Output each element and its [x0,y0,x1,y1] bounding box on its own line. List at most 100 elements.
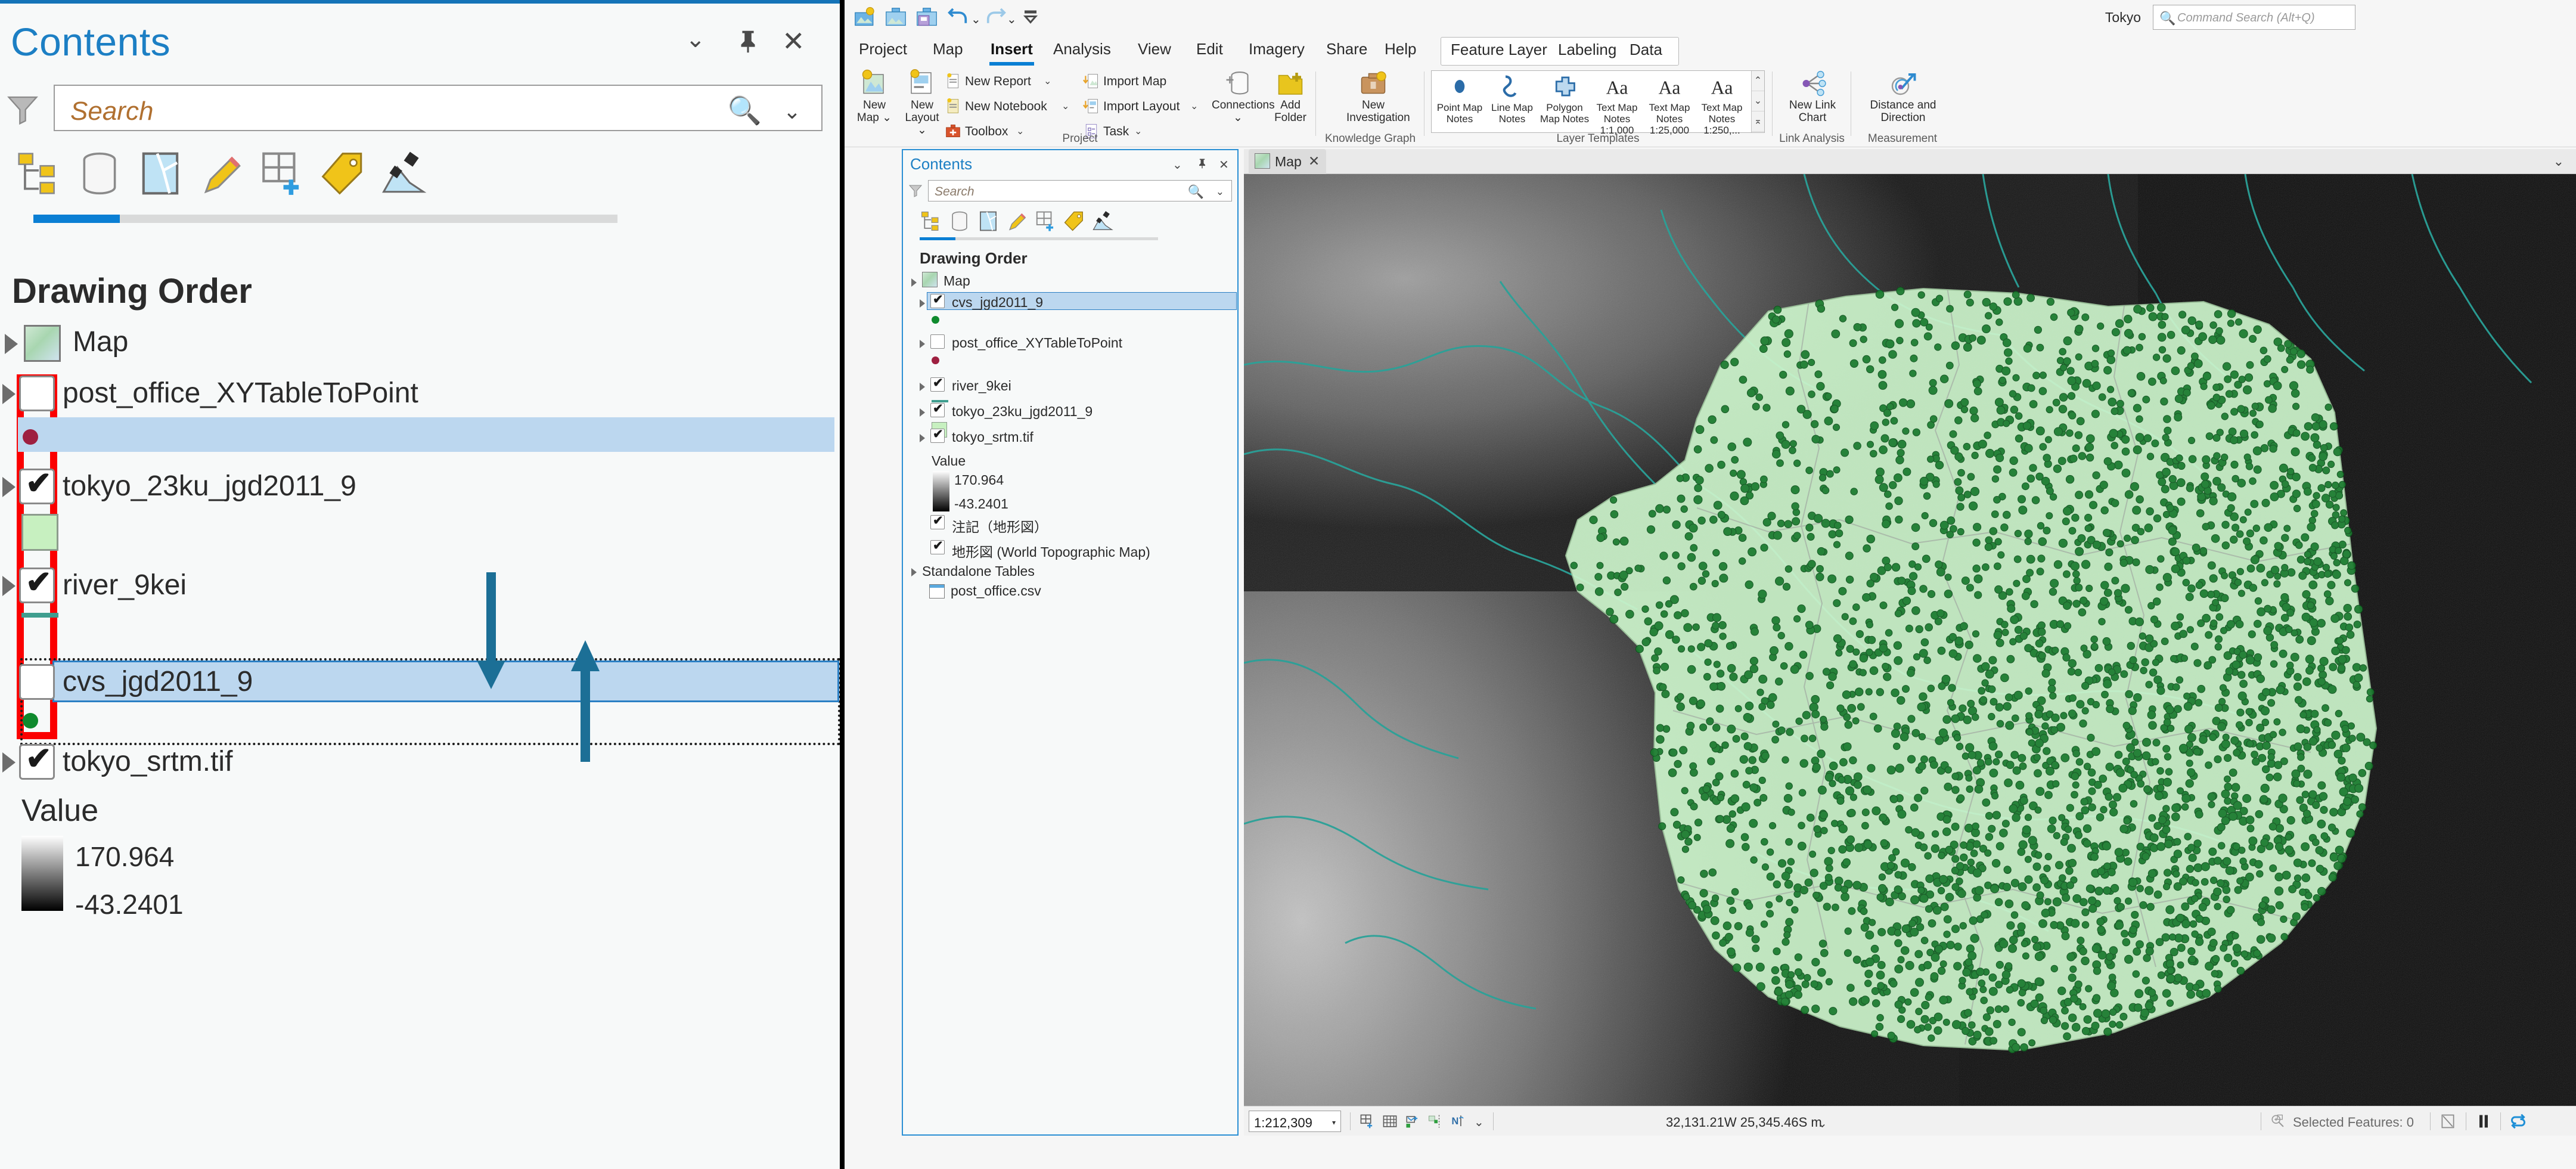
chevron-down-icon[interactable]: ⌄ [685,27,706,51]
chevron-down-icon[interactable]: ⌄ [2553,154,2564,169]
expander-icon-post-office[interactable] [920,340,925,348]
chevron-down-icon[interactable]: ⌄ [1216,186,1224,198]
undo-icon[interactable] [947,6,971,30]
redo-dropdown-chevron-icon[interactable]: ⌄ [1007,12,1017,27]
new-layout-button[interactable]: New Layout ⌄ [901,69,944,137]
gallery-expand-icon[interactable]: ⌅ [1752,111,1764,132]
list-by-diagrams-icon[interactable] [1091,210,1114,232]
gallery-item-text-map-notes-1000[interactable]: Aa Text Map Notes 1:1,000 [1591,73,1643,136]
expander-icon-river[interactable] [2,576,15,596]
chevron-down-icon[interactable]: ▾ [1332,1118,1336,1127]
map-canvas[interactable] [1244,174,2576,1106]
tab-labeling[interactable]: Labeling [1558,41,1616,59]
gallery-item-line-map-notes[interactable]: Line Map Notes [1486,73,1538,125]
refresh-icon[interactable] [2510,1113,2527,1130]
layer-templates-gallery[interactable]: Point Map Notes Line Map Notes Polygon M… [1431,70,1765,136]
tab-map[interactable]: Map [933,40,963,58]
list-by-editing-icon[interactable] [197,149,246,198]
selected-symbol-row[interactable] [18,417,834,452]
list-by-selection-icon[interactable] [977,210,1000,232]
filter-icon[interactable] [908,184,923,198]
list-by-drawing-order-icon[interactable] [920,210,942,232]
new-link-chart-button[interactable]: New Link Chart [1789,69,1836,124]
list-by-snapping-icon[interactable] [1034,210,1057,232]
customize-qat-icon[interactable] [1019,6,1042,30]
snapping-icon[interactable] [1427,1114,1443,1129]
list-by-labeling-icon[interactable] [1063,210,1085,232]
chevron-down-icon[interactable]: ⌄ [1817,1116,1827,1131]
chevron-down-icon[interactable]: ⌄ [1062,100,1069,112]
list-by-drawing-order-icon[interactable] [14,149,63,198]
expander-icon-map[interactable] [911,278,917,287]
list-by-selection-icon[interactable] [136,149,185,198]
explore-icon[interactable] [1405,1114,1420,1129]
expander-icon-map[interactable] [5,334,18,354]
gallery-item-text-map-notes-25000[interactable]: Aa Text Map Notes 1:25,000 [1644,73,1695,136]
list-by-labeling-icon[interactable] [318,149,367,198]
list-by-snapping-icon[interactable] [257,149,306,198]
expander-icon-post-office[interactable] [2,384,15,404]
gallery-scroll-down-icon[interactable]: ⌄ [1752,91,1764,111]
close-icon[interactable]: ✕ [1308,153,1320,169]
close-icon[interactable]: ✕ [782,27,805,55]
close-icon[interactable]: ✕ [1219,157,1229,172]
distance-and-direction-button[interactable]: Distance and Direction [1867,69,1939,124]
layer-visibility-checkbox-cvs[interactable] [19,664,55,700]
tab-view[interactable]: View [1138,40,1171,58]
chevron-down-icon[interactable]: ⌄ [783,99,801,124]
add-folder-button[interactable]: Add Folder [1269,69,1312,124]
layer-visibility-checkbox-post-office[interactable] [930,334,945,349]
expander-icon-tokyo23ku[interactable] [2,477,15,497]
list-by-data-source-icon[interactable] [75,149,124,198]
list-by-editing-icon[interactable] [1005,210,1028,232]
gallery-item-point-map-notes[interactable]: Point Map Notes [1434,73,1485,125]
contents-search-input[interactable]: Search 🔍 ⌄ [928,180,1232,201]
redo-icon[interactable] [983,6,1007,30]
tab-share[interactable]: Share [1326,40,1367,58]
chevron-down-icon[interactable]: ⌄ [1044,75,1051,87]
layer-visibility-checkbox-srtm[interactable] [19,741,55,780]
layer-visibility-checkbox-srtm[interactable] [930,427,945,443]
layer-visibility-checkbox-post-office[interactable] [19,376,55,411]
open-project-icon[interactable] [884,6,908,30]
magnified-search-input[interactable]: Search 🔍 ⌄ [54,85,823,131]
search-icon[interactable]: 🔍 [728,94,762,127]
tab-project[interactable]: Project [859,40,907,58]
command-search-input[interactable]: 🔍 Command Search (Alt+Q) [2153,5,2355,30]
filter-icon[interactable] [5,93,41,126]
expander-icon-standalone-tables[interactable] [911,568,917,576]
add-data-icon[interactable] [1360,1114,1375,1129]
chevron-down-icon[interactable]: ⌄ [1190,100,1198,112]
pin-icon[interactable] [734,27,762,59]
list-by-diagrams-icon[interactable] [379,149,428,198]
layer-visibility-checkbox-annotation[interactable] [930,513,945,529]
chevron-down-icon[interactable]: ⌄ [1172,157,1183,172]
tab-imagery[interactable]: Imagery [1249,40,1305,58]
layer-visibility-checkbox-river[interactable] [930,376,945,392]
expander-icon-srtm[interactable] [2,752,15,773]
gallery-scrollbar[interactable]: ⌃ ⌄ ⌅ [1751,71,1764,132]
chevron-down-icon[interactable]: ⌄ [1474,1115,1484,1130]
pin-icon[interactable] [1196,157,1208,173]
connections-button[interactable]: Connections ⌄ [1212,69,1275,124]
gallery-scroll-up-icon[interactable]: ⌃ [1752,71,1764,91]
new-map-button[interactable]: New Map ⌄ [853,69,896,124]
north-arrow-icon[interactable]: N [1450,1114,1466,1129]
layer-visibility-checkbox-tokyo23ku[interactable] [930,401,945,417]
gallery-item-text-map-notes-250000[interactable]: Aa Text Map Notes 1:250,... [1696,73,1748,136]
map-scale-selector[interactable]: 1:212,309 ▾ [1249,1111,1341,1132]
tab-edit[interactable]: Edit [1196,40,1223,58]
tab-help[interactable]: Help [1385,40,1416,58]
undo-dropdown-chevron-icon[interactable]: ⌄ [971,12,981,27]
panel-scroll-indicator[interactable] [33,215,617,223]
expander-icon-river[interactable] [920,383,925,391]
layer-visibility-checkbox-cvs[interactable] [930,292,945,308]
search-icon[interactable]: 🔍 [1188,184,1204,200]
list-by-data-source-icon[interactable] [948,210,971,232]
pause-drawing-icon[interactable] [2475,1113,2492,1130]
tab-feature-layer[interactable]: Feature Layer [1451,41,1547,59]
new-investigation-button[interactable]: New Investigation [1346,69,1410,124]
clear-selection-icon[interactable] [2440,1113,2456,1130]
grid-icon[interactable] [1382,1114,1398,1129]
save-project-icon[interactable] [915,6,939,30]
